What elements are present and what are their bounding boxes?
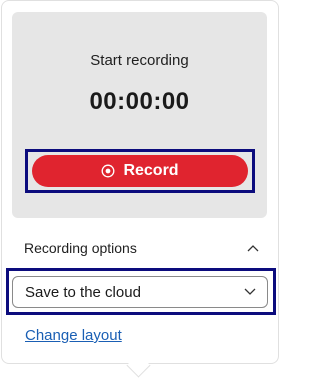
change-layout-link[interactable]: Change layout	[25, 327, 122, 344]
save-location-value: Save to the cloud	[25, 283, 141, 301]
chevron-down-icon	[244, 288, 256, 295]
record-button-label: Record	[123, 162, 179, 179]
chevron-up-icon	[247, 245, 259, 252]
record-button[interactable]: Record	[32, 155, 248, 187]
recording-status: Start recording	[90, 52, 189, 69]
record-icon	[101, 164, 115, 178]
save-location-dropdown[interactable]: Save to the cloud	[12, 276, 268, 308]
recording-options-label: Recording options	[24, 240, 137, 256]
recording-options-toggle[interactable]: Recording options	[24, 238, 259, 258]
recording-timer: 00:00:00	[89, 88, 190, 115]
